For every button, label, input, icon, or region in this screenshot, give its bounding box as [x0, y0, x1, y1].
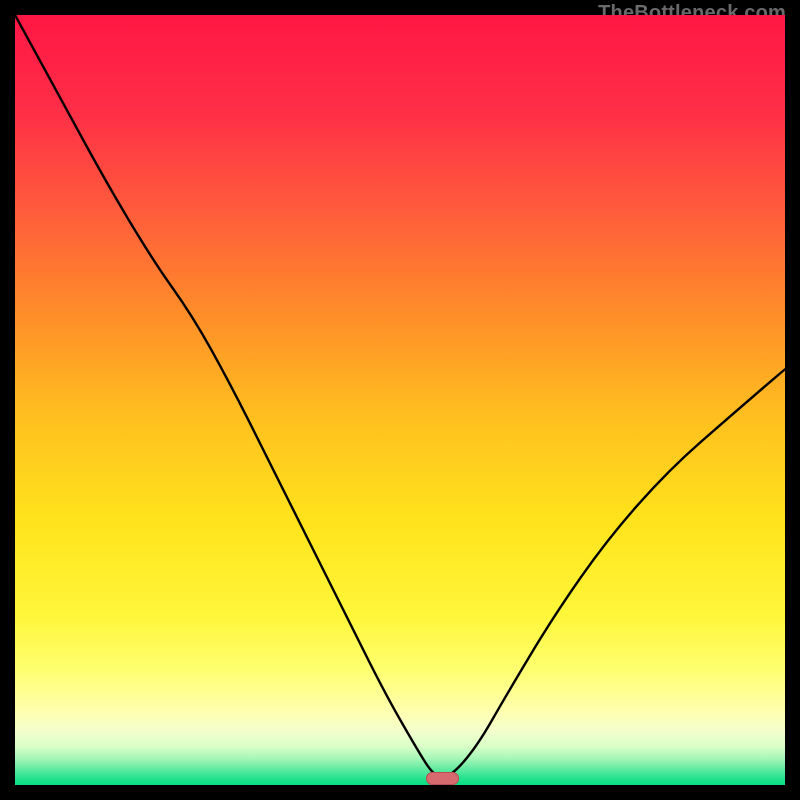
- plot-area: [15, 15, 785, 785]
- background-gradient: [15, 15, 785, 785]
- chart-stage: TheBottleneck.com: [0, 0, 800, 800]
